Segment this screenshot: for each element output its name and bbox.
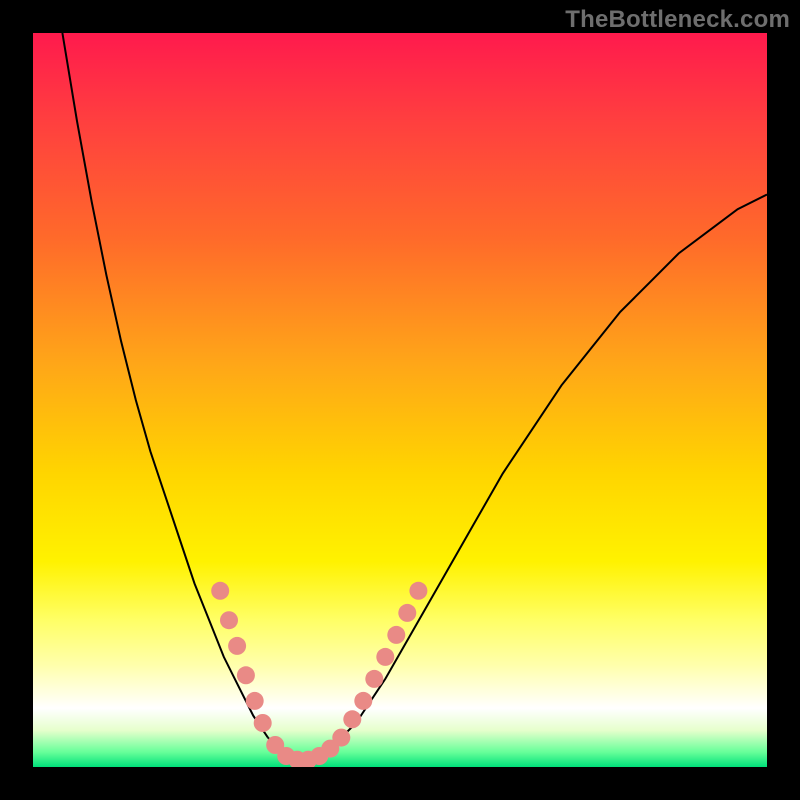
- data-dot: [211, 582, 229, 600]
- data-dot: [376, 648, 394, 666]
- watermark-text: TheBottleneck.com: [565, 6, 790, 34]
- data-dot: [387, 626, 405, 644]
- data-dot: [237, 666, 255, 684]
- curve-right-branch: [327, 195, 767, 753]
- data-dot: [228, 637, 246, 655]
- data-dot: [254, 714, 272, 732]
- curve-left-branch: [62, 33, 268, 738]
- data-dot: [220, 611, 238, 629]
- data-dot: [354, 692, 372, 710]
- chart-frame: TheBottleneck.com: [0, 0, 800, 800]
- data-dot: [409, 582, 427, 600]
- data-dot: [246, 692, 264, 710]
- chart-svg: [33, 33, 767, 767]
- data-dot: [343, 710, 361, 728]
- plot-area: [33, 33, 767, 767]
- data-dot: [365, 670, 383, 688]
- data-dots: [211, 582, 427, 767]
- data-dot: [398, 604, 416, 622]
- data-dot: [332, 729, 350, 747]
